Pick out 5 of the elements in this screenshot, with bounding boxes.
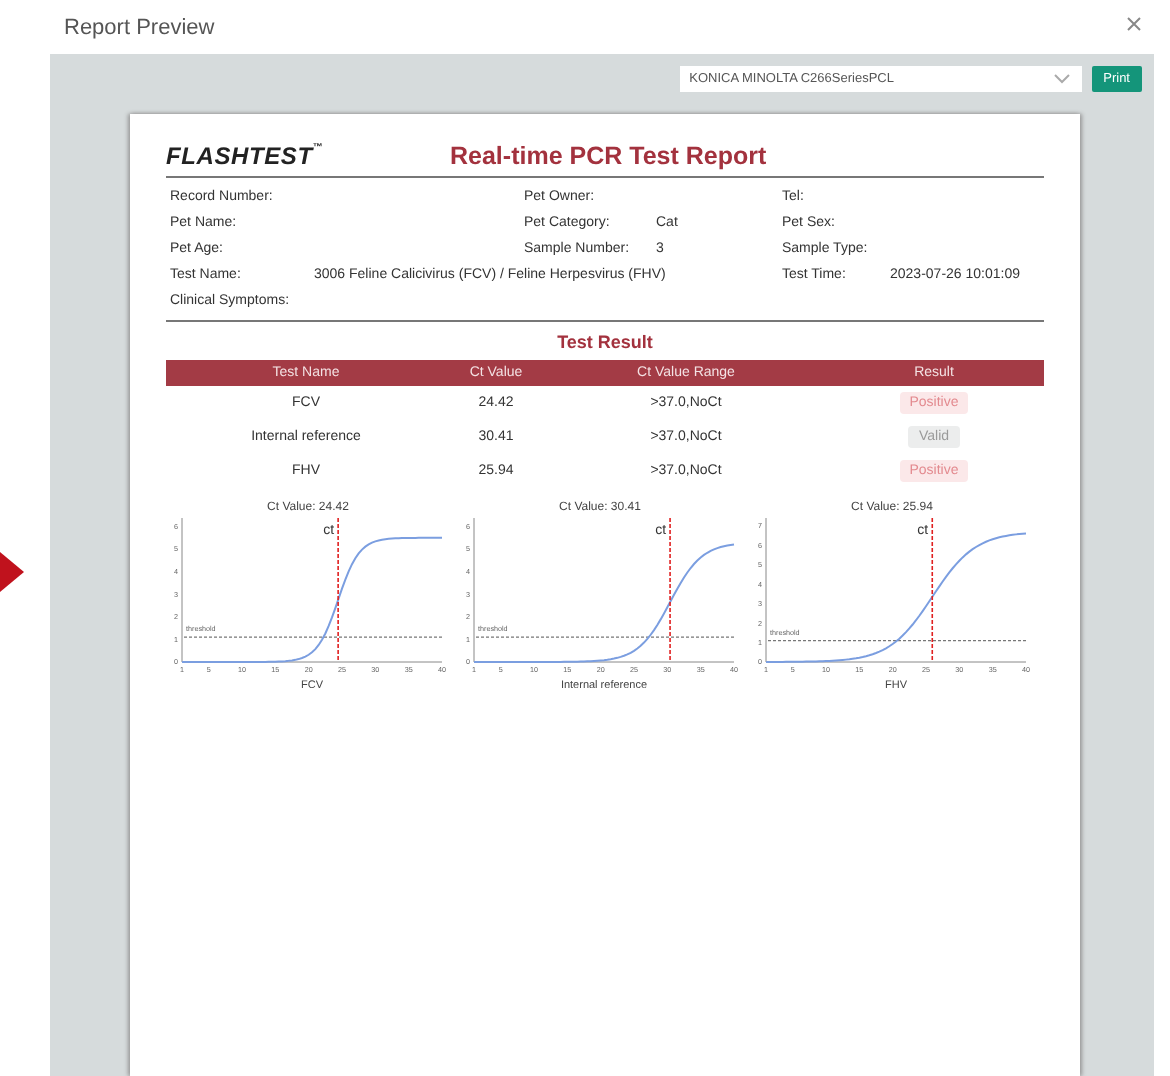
- window-title: Report Preview: [64, 15, 215, 39]
- report-title: Real-time PCR Test Report: [450, 142, 767, 170]
- chevron-down-icon: [1053, 74, 1070, 84]
- close-icon[interactable]: [1126, 15, 1142, 31]
- arrow-icon: [0, 552, 24, 592]
